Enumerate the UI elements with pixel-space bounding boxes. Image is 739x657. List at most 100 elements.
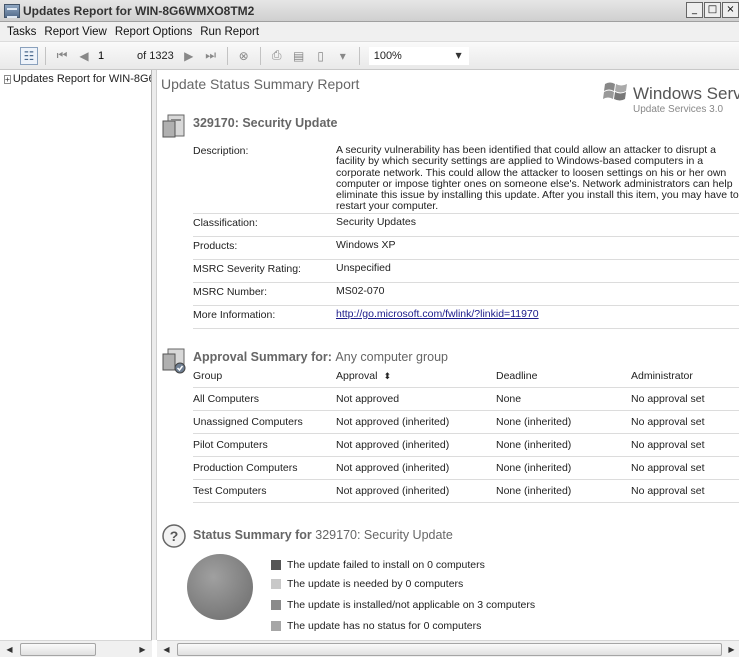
table-row: All Computers Not approved None No appro… <box>193 388 739 411</box>
approval-header-row: Group Approval ⬍ Deadline Administrator <box>193 365 739 388</box>
detail-row-more-info: More Information: http://go.microsoft.co… <box>193 306 739 329</box>
cell-deadline: None (inherited) <box>496 462 572 474</box>
detail-value: Windows XP <box>336 239 396 251</box>
stop-icon[interactable]: ⊗ <box>235 47 253 65</box>
cell-group: Unassigned Computers <box>193 416 303 428</box>
zoom-value: 100% <box>373 49 402 62</box>
scroll-left-icon[interactable]: ◀ <box>2 642 17 657</box>
detail-value-wrapper: http://go.microsoft.com/fwlink/?linkid=1… <box>336 306 739 328</box>
detail-value: MS02-070 <box>336 285 385 297</box>
windows-server-logo: Windows Server Update Services 3.0 <box>603 80 739 120</box>
logo-name: Windows Server <box>633 84 739 103</box>
detail-label: MSRC Severity Rating: <box>193 263 301 275</box>
chevron-down-icon: ▼ <box>455 51 462 60</box>
cell-administrator: No approval set <box>631 393 705 405</box>
menu-bar: Tasks Report View Report Options Run Rep… <box>0 22 739 42</box>
column-header-approval[interactable]: Approval ⬍ <box>336 370 496 382</box>
report-toolbar: ☷ ⏮ ◀ of 1323 ▶ ⏭ ⊗ ⎙ ▤ ▯ ▾ 100% ▼ <box>0 42 739 70</box>
legend-swatch <box>271 600 281 610</box>
print-layout-icon[interactable]: ▤ <box>290 47 308 65</box>
column-header-administrator[interactable]: Administrator <box>631 370 739 382</box>
page-count: of 1323 <box>137 49 174 62</box>
cell-group: Test Computers <box>193 485 267 497</box>
report-hscrollbar[interactable]: ◀ ▶ <box>157 640 739 657</box>
tree-item-label: Updates Report for WIN-8G6WMXO8TM2 <box>12 73 152 85</box>
menu-report-view[interactable]: Report View <box>40 26 110 38</box>
cell-group: All Computers <box>193 393 259 405</box>
cell-deadline: None (inherited) <box>496 439 572 451</box>
cell-group: Production Computers <box>193 462 298 474</box>
detail-label: MSRC Number: <box>193 286 268 298</box>
svg-text:?: ? <box>170 528 179 544</box>
detail-value: A security vulnerability has been identi… <box>336 144 739 213</box>
detail-row-classification: Classification: Security Updates <box>193 214 739 237</box>
page-setup-icon[interactable]: ▯ <box>312 47 330 65</box>
legend-item-needed: The update is needed by 0 computers <box>271 578 463 590</box>
scroll-right-icon[interactable]: ▶ <box>135 642 150 657</box>
app-icon <box>4 3 20 18</box>
scroll-thumb[interactable] <box>177 643 722 656</box>
export-icon[interactable]: ▾ <box>334 47 352 65</box>
menu-tasks[interactable]: Tasks <box>3 26 40 38</box>
document-map-icon[interactable]: ☷ <box>20 46 38 65</box>
next-page-icon[interactable]: ▶ <box>180 47 198 65</box>
zoom-select[interactable]: 100% ▼ <box>368 46 469 65</box>
cell-approval: Not approved (inherited) <box>336 439 450 451</box>
cell-deadline: None (inherited) <box>496 485 572 497</box>
page-number-input[interactable] <box>95 46 137 65</box>
left-pane-hscrollbar[interactable]: ◀ ▶ <box>0 640 152 657</box>
close-button[interactable]: × <box>722 2 739 18</box>
menu-report-options[interactable]: Report Options <box>111 26 196 38</box>
scroll-right-icon[interactable]: ▶ <box>724 642 739 657</box>
cell-approval: Not approved (inherited) <box>336 416 450 428</box>
column-header-deadline[interactable]: Deadline <box>496 370 631 382</box>
detail-row-msrc-number: MSRC Number: MS02-070 <box>193 283 739 306</box>
approval-heading: Approval Summary for: Any computer group <box>193 350 448 364</box>
cell-approval: Not approved (inherited) <box>336 462 450 474</box>
toolbar-separator <box>45 46 46 65</box>
more-info-link[interactable]: http://go.microsoft.com/fwlink/?linkid=1… <box>336 308 539 320</box>
cell-administrator: No approval set <box>631 416 705 428</box>
legend-label: The update has no status for 0 computers <box>287 620 482 632</box>
legend-label: The update is installed/not applicable o… <box>287 599 536 611</box>
status-heading-update: 329170: Security Update <box>315 528 453 542</box>
detail-row-products: Products: Windows XP <box>193 237 739 260</box>
detail-label: Classification: <box>193 217 258 229</box>
detail-label: Description: <box>193 145 249 157</box>
expand-icon[interactable]: + <box>4 74 11 84</box>
cell-deadline: None (inherited) <box>496 416 572 428</box>
last-page-icon[interactable]: ⏭ <box>202 47 220 65</box>
legend-item-installed: The update is installed/not applicable o… <box>271 599 535 611</box>
cell-group: Pilot Computers <box>193 439 268 451</box>
legend-swatch <box>271 560 281 570</box>
print-icon[interactable]: ⎙ <box>268 47 286 65</box>
scroll-thumb[interactable] <box>20 643 96 656</box>
cell-approval: Not approved (inherited) <box>336 485 450 497</box>
approval-icon <box>162 348 186 374</box>
previous-page-icon[interactable]: ◀ <box>75 47 93 65</box>
sort-icon[interactable]: ⬍ <box>383 372 391 382</box>
tree-item-report[interactable]: + Updates Report for WIN-8G6WMXO8TM2 <box>0 70 151 85</box>
update-heading: 329170: Security Update <box>193 116 338 130</box>
cell-deadline: None <box>496 393 522 405</box>
table-row: Unassigned Computers Not approved (inher… <box>193 411 739 434</box>
menu-run-report[interactable]: Run Report <box>196 26 263 38</box>
column-header-group[interactable]: Group <box>193 370 336 382</box>
logo-subtitle: Update Services 3.0 <box>633 104 724 115</box>
cell-administrator: No approval set <box>631 439 705 451</box>
cell-administrator: No approval set <box>631 462 705 474</box>
report-view: Update Status Summary Report Windows Ser… <box>157 70 739 640</box>
toolbar-separator <box>358 46 360 65</box>
scroll-left-icon[interactable]: ◀ <box>159 642 174 657</box>
legend-swatch <box>271 621 281 631</box>
first-page-icon[interactable]: ⏮ <box>53 47 71 65</box>
toolbar-separator <box>259 46 261 65</box>
cell-administrator: No approval set <box>631 485 705 497</box>
legend-item-no-status: The update has no status for 0 computers <box>271 620 481 632</box>
cell-approval: Not approved <box>336 393 400 405</box>
status-heading: Status Summary for 329170: Security Upda… <box>193 528 453 542</box>
minimize-button[interactable]: _ <box>686 2 703 18</box>
legend-swatch <box>271 579 281 589</box>
maximize-button[interactable]: □ <box>704 2 721 18</box>
legend-label: The update failed to install on 0 comput… <box>287 559 485 571</box>
